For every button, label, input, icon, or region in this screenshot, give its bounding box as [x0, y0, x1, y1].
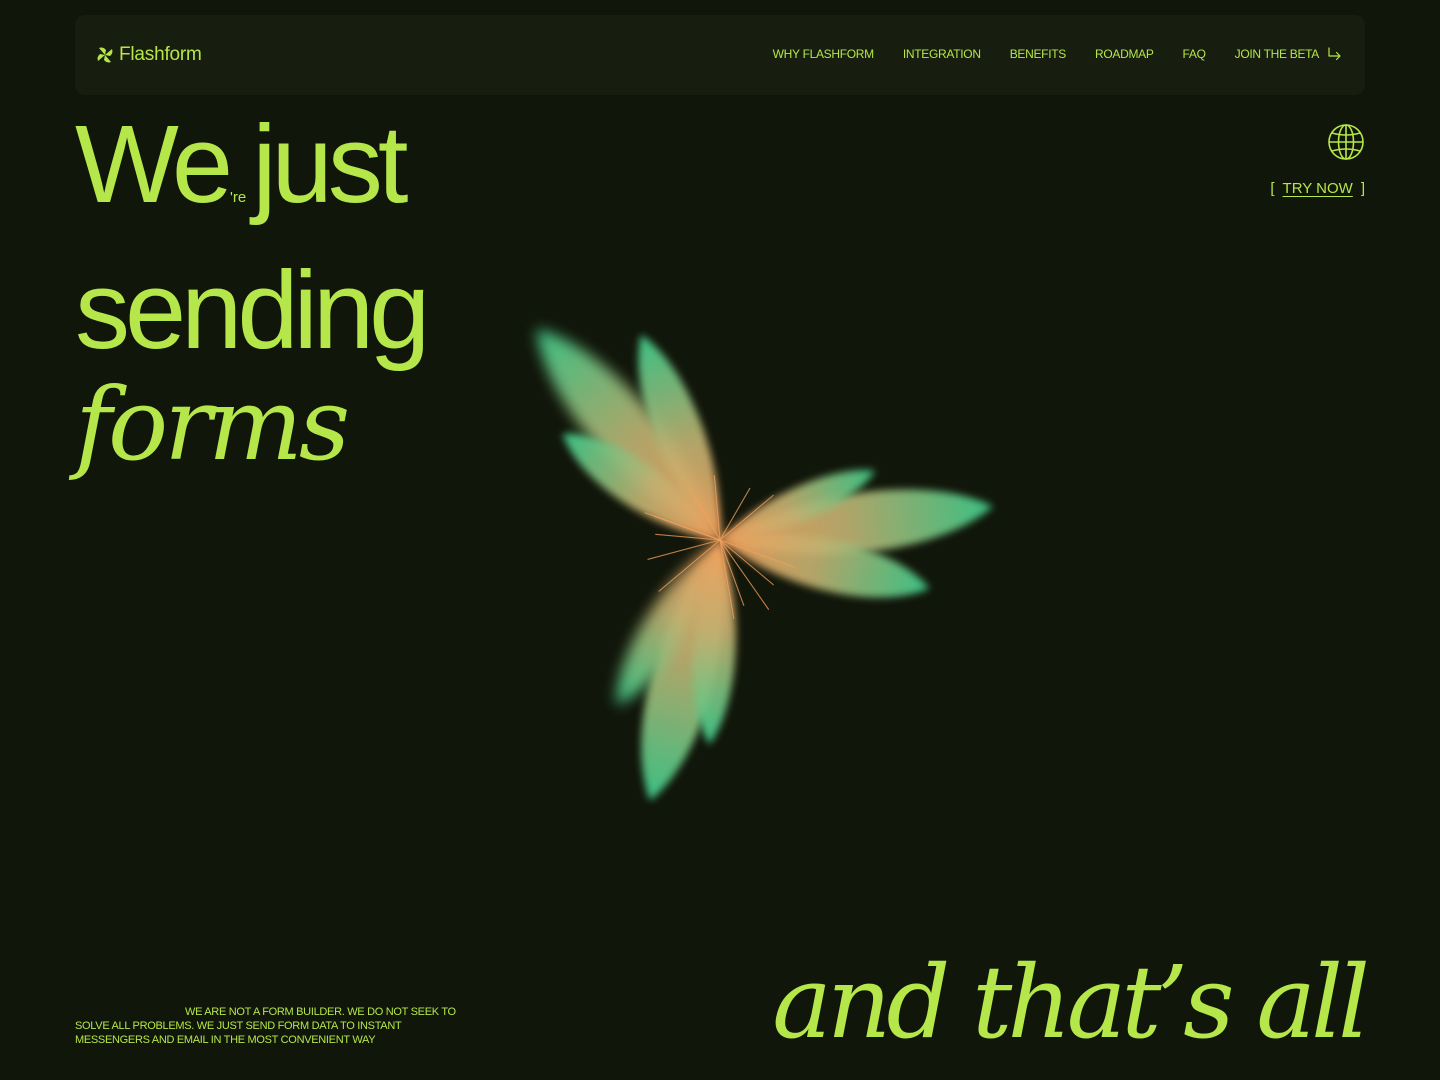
pinwheel-logo-icon [97, 47, 113, 63]
nav-roadmap[interactable]: ROADMAP [1095, 47, 1154, 61]
arrow-down-right-icon [1328, 47, 1341, 61]
tagline: WE ARE NOT A FORM BUILDER. WE DO NOT SEE… [75, 1006, 456, 1046]
brand-name: Flashform [119, 44, 202, 65]
logo-link[interactable]: Flashform [95, 44, 202, 66]
nav-benefits[interactable]: BENEFITS [1010, 47, 1067, 61]
main-nav: WHY FLASHFORM INTEGRATION BENEFITS ROADM… [773, 47, 1343, 61]
globe-icon[interactable] [1327, 123, 1365, 161]
hero-line-1: We'rejust [75, 108, 425, 254]
hero-word-just: just [252, 103, 408, 226]
hero-line-2: sending [75, 249, 430, 372]
closing-statement: and that’s all [772, 944, 1370, 1061]
hero-word-we: We [75, 103, 233, 226]
try-now-cta: [ TRY NOW ] [1270, 180, 1365, 197]
nav-why-flashform[interactable]: WHY FLASHFORM [773, 47, 875, 61]
petal-group [536, 328, 993, 801]
join-beta-link[interactable]: JOIN THE BETA [1235, 47, 1343, 61]
hero-line-3: forms [75, 366, 350, 483]
petal-flower-illustration [536, 328, 993, 801]
bracket-open: [ [1270, 180, 1275, 197]
hero-sup-re: 're [230, 189, 247, 206]
join-beta-label: JOIN THE BETA [1234, 47, 1320, 61]
nav-faq[interactable]: FAQ [1183, 47, 1206, 61]
try-now-link[interactable]: TRY NOW [1283, 180, 1353, 197]
bracket-close: ] [1360, 180, 1365, 197]
navbar: Flashform WHY FLASHFORM INTEGRATION BENE… [75, 15, 1365, 95]
nav-integration[interactable]: INTEGRATION [903, 47, 981, 61]
hero-title: We'rejust sending forms [75, 108, 430, 483]
